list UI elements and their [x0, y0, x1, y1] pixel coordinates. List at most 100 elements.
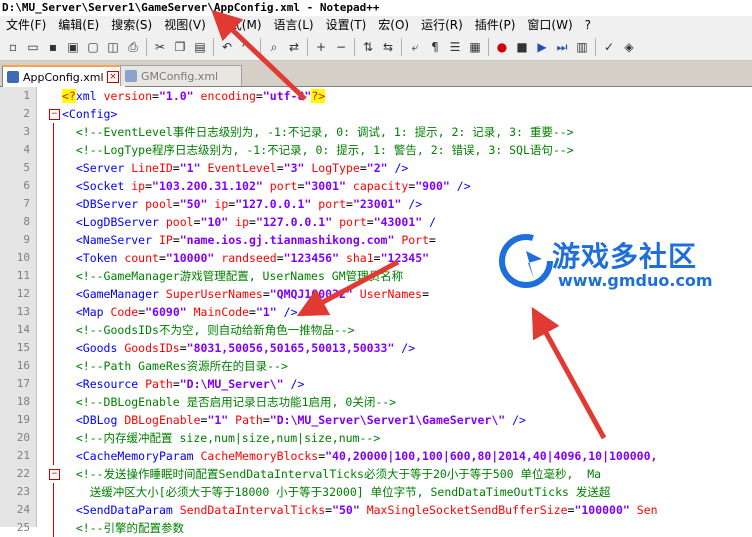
toolbar-divider	[401, 38, 402, 56]
code-line[interactable]: 16 <!--Path GameRes资源所在的目录-->	[0, 357, 752, 375]
token-val: "10"	[200, 215, 229, 229]
line-number: 16	[16, 359, 30, 372]
line-number: 12	[16, 287, 30, 300]
code-line[interactable]: 2 − <Config>	[0, 105, 752, 123]
close-all-icon[interactable]: ◫	[105, 39, 121, 55]
menu-search[interactable]: 搜索(S)	[105, 16, 158, 34]
token-val: "127.0.0.1"	[235, 197, 312, 211]
code-text: <Server LineID="1" EventLevel="3" LogTyp…	[62, 159, 408, 177]
play-macro-icon[interactable]: ▶	[534, 39, 550, 55]
show-all-chars-icon[interactable]: ¶	[427, 39, 443, 55]
window-title: D:\MU_Server\Server1\GameServer\AppConfi…	[0, 0, 752, 16]
close-icon[interactable]: ▢	[85, 39, 101, 55]
fold-line	[53, 141, 54, 159]
token-cmt: <!--GameManager游戏管理配置, UserNames GM管理员名称	[75, 269, 404, 283]
record-macro-icon[interactable]: ●	[494, 39, 510, 55]
menu-edit[interactable]: 编辑(E)	[52, 16, 105, 34]
paste-icon[interactable]: ▤	[192, 39, 208, 55]
token-val: "D:\MU_Server\Server1\GameServer\"	[269, 413, 506, 427]
new-file-icon[interactable]: ▫	[5, 39, 21, 55]
code-line[interactable]: 20 <!--内存缓冲配置 size,num|size,num|size,num…	[0, 429, 752, 447]
token-txt: =	[262, 287, 270, 301]
menu-file[interactable]: 文件(F)	[0, 16, 52, 34]
token-txt: =	[179, 341, 187, 355]
code-line[interactable]: 3 <!--EventLevel事件日志级别为, -1:不记录, 0: 调试, …	[0, 123, 752, 141]
line-number: 24	[16, 503, 30, 516]
code-line[interactable]: 19 <DBLog DBLogEnable="1" Path="D:\MU_Se…	[0, 411, 752, 429]
word-wrap-icon[interactable]: ⤶	[407, 39, 423, 55]
fold-line	[53, 303, 54, 321]
code-text: <Config>	[62, 105, 117, 123]
token-txt: =	[346, 197, 353, 211]
menu-window[interactable]: 窗口(W)	[521, 16, 578, 34]
code-line[interactable]: 4 <!--LogType程序日志级别为, -1:不记录, 0: 提示, 1: …	[0, 141, 752, 159]
save-macro-icon[interactable]: ▥	[574, 39, 590, 55]
fold-toggle-icon[interactable]: −	[49, 109, 60, 120]
menu-language[interactable]: 语言(L)	[268, 16, 320, 34]
replace-icon[interactable]: ⇄	[286, 39, 302, 55]
code-line[interactable]: 1 <?xml version="1.0" encoding="utf-8"?>	[0, 87, 752, 105]
menu-run[interactable]: 运行(R)	[415, 16, 469, 34]
token-attr: IP	[158, 233, 173, 247]
code-line[interactable]: 8 <LogDBServer pool="10" ip="127.0.0.1" …	[0, 213, 752, 231]
token-val: "3"	[283, 161, 305, 175]
spell-check-icon[interactable]: ✓	[601, 39, 617, 55]
menu-format[interactable]: 格式(M)	[212, 16, 268, 34]
code-line[interactable]: 24 <SendDataParam SendDataIntervalTicks=…	[0, 501, 752, 519]
close-tab-icon[interactable]: ×	[107, 71, 119, 83]
run-macro-multiple-icon[interactable]: ⏭	[554, 39, 570, 55]
stop-macro-icon[interactable]: ■	[514, 39, 530, 55]
copy-icon[interactable]: ❐	[172, 39, 188, 55]
open-file-icon[interactable]: ▭	[25, 39, 41, 55]
code-line[interactable]: 6 <Socket ip="103.200.31.102" port="3001…	[0, 177, 752, 195]
menu-view[interactable]: 视图(V)	[158, 16, 212, 34]
code-line[interactable]: 23 送缓冲区大小[必须大于等于18000 小于等于32000] 单位字节, S…	[0, 483, 752, 501]
sync-vertical-icon[interactable]: ⇅	[360, 39, 376, 55]
code-text: <DBServer pool="50" ip="127.0.0.1" port=…	[62, 195, 422, 213]
indent-guide-icon[interactable]: ☰	[447, 39, 463, 55]
print-icon[interactable]: ⎙	[125, 39, 141, 55]
menu-macro[interactable]: 宏(O)	[372, 16, 415, 34]
save-icon[interactable]: ▪	[45, 39, 61, 55]
menu-plugins[interactable]: 插件(P)	[469, 16, 522, 34]
code-line[interactable]: 17 <Resource Path="D:\MU_Server\" />	[0, 375, 752, 393]
user-language-icon[interactable]: ▦	[467, 39, 483, 55]
zoom-in-icon[interactable]: +	[313, 39, 329, 55]
code-line[interactable]: 15 <Goods GoodsIDs="8031,50056,50165,500…	[0, 339, 752, 357]
code-line[interactable]: 5 <Server LineID="1" EventLevel="3" LogT…	[0, 159, 752, 177]
code-text: <!--Path GameRes资源所在的目录-->	[62, 357, 288, 375]
token-val: "1"	[179, 161, 201, 175]
zoom-out-icon[interactable]: −	[333, 39, 349, 55]
fold-toggle-icon[interactable]: −	[49, 469, 60, 480]
code-line[interactable]: 7 <DBServer pool="50" ip="127.0.0.1" por…	[0, 195, 752, 213]
line-number: 10	[16, 251, 30, 264]
tab-gmconfig[interactable]: GMConfig.xml	[120, 65, 242, 86]
save-all-icon[interactable]: ▣	[65, 39, 81, 55]
code-line[interactable]: 13 <Map Code="6090" MainCode="1" />	[0, 303, 752, 321]
token-val: "43001"	[373, 215, 423, 229]
sync-horizontal-icon[interactable]: ⇆	[380, 39, 396, 55]
undo-icon[interactable]: ↶	[219, 39, 235, 55]
tab-appconfig[interactable]: AppConfig.xml ×	[2, 65, 126, 87]
code-line[interactable]: 21 <CacheMemoryParam CacheMemoryBlocks="…	[0, 447, 752, 465]
menu-help[interactable]: ?	[579, 16, 597, 34]
toolbar-divider	[488, 38, 489, 56]
redo-icon[interactable]: ↷	[239, 39, 255, 55]
plugin-icon[interactable]: ◈	[621, 39, 637, 55]
code-line[interactable]: 22 − <!--发送操作睡眠时间配置SendDataIntervalTicks必…	[0, 465, 752, 483]
code-line[interactable]: 25 <!--引擎的配置参数	[0, 519, 752, 537]
code-editor[interactable]: 1 <?xml version="1.0" encoding="utf-8"?> 2…	[0, 87, 752, 537]
code-line[interactable]: 18 <!--DBLogEnable 是否启用记录日志功能1启用, 0关闭-->	[0, 393, 752, 411]
token-txt: =	[249, 305, 256, 319]
fold-line	[53, 285, 54, 303]
code-line[interactable]: 14 <!--GoodsIDs不为空, 则自动给新角色一推物品-->	[0, 321, 752, 339]
watermark-url: www.gmduo.com	[558, 271, 713, 290]
find-icon[interactable]: ⌕	[266, 39, 282, 55]
cut-icon[interactable]: ✂	[152, 39, 168, 55]
menu-settings[interactable]: 设置(T)	[320, 16, 373, 34]
